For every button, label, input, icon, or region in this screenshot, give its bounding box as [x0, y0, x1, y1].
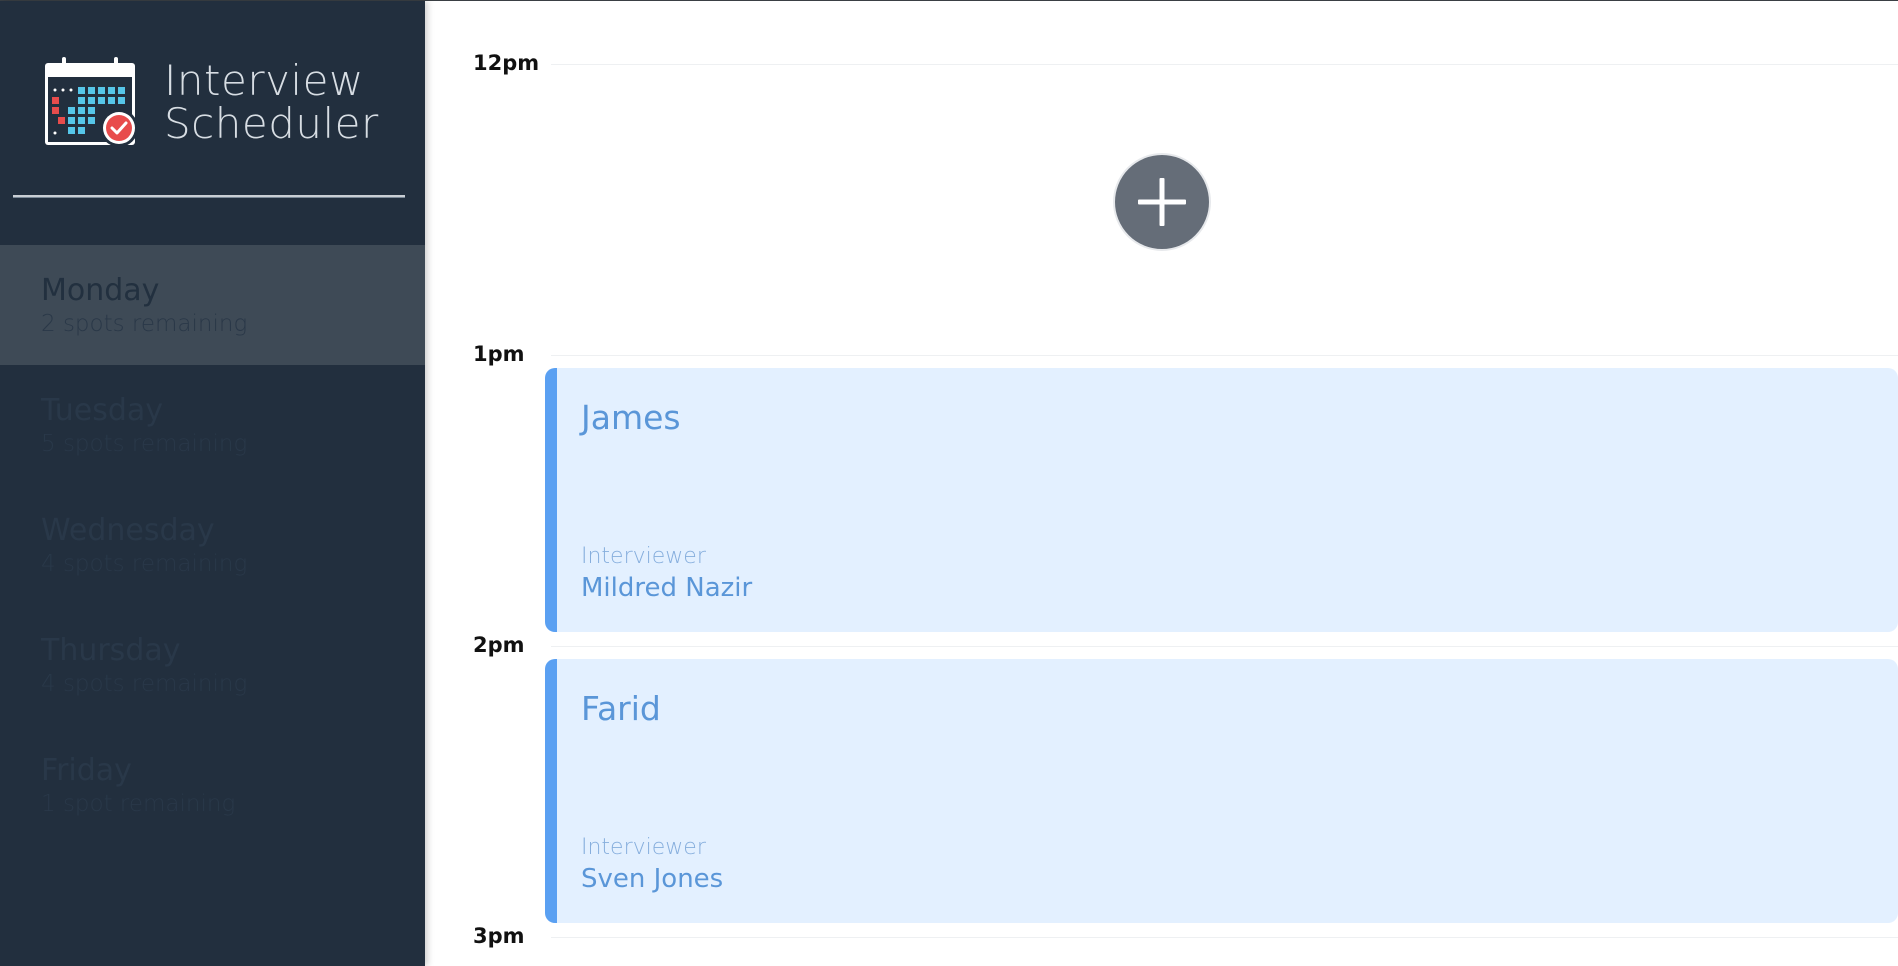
time-label: 2pm: [473, 633, 525, 657]
day-item-thursday[interactable]: Thursday 4 spots remaining: [0, 605, 425, 725]
day-item-monday[interactable]: Monday 2 spots remaining: [0, 245, 425, 365]
time-slot-1pm: 1pm James Interviewer Mildred Nazir: [425, 342, 1898, 638]
time-divider: [551, 937, 1898, 938]
day-list: Monday 2 spots remaining Tuesday 5 spots…: [0, 245, 425, 845]
interviewer-name: Mildred Nazir: [581, 573, 753, 603]
time-label: 3pm: [473, 924, 525, 948]
day-spots: 4 spots remaining: [41, 551, 248, 577]
schedule: 12pm 1pm James Interviewer Mildred Nazir…: [425, 1, 1898, 966]
day-name: Thursday: [41, 633, 181, 668]
interviewer-name: Sven Jones: [581, 864, 724, 894]
day-name: Tuesday: [41, 393, 164, 428]
day-spots: 5 spots remaining: [41, 431, 248, 457]
time-slot-3pm: 3pm: [425, 924, 1898, 966]
day-spots: 4 spots remaining: [41, 671, 248, 697]
time-slot-12pm: 12pm: [425, 51, 1898, 347]
interviewer-label: Interviewer: [581, 835, 706, 860]
app-title: Interview Scheduler: [164, 59, 379, 145]
app-root: Interview Scheduler Monday 2 spots remai…: [0, 0, 1898, 966]
app-title-line2: Scheduler: [164, 99, 379, 148]
interviewer-label: Interviewer: [581, 544, 706, 569]
time-divider: [551, 355, 1898, 356]
day-name: Friday: [41, 753, 132, 788]
day-spots: 2 spots remaining: [41, 311, 248, 337]
time-divider: [551, 64, 1898, 65]
day-name: Monday: [41, 273, 160, 308]
time-label: 1pm: [473, 342, 525, 366]
time-label: 12pm: [473, 51, 540, 75]
calendar-logo-icon: [45, 57, 138, 147]
time-slot-2pm: 2pm Farid Interviewer Sven Jones: [425, 633, 1898, 929]
day-name: Wednesday: [41, 513, 215, 548]
add-appointment-button[interactable]: [1113, 153, 1211, 251]
plus-icon: [1138, 178, 1186, 226]
sidebar-divider: [13, 195, 405, 198]
student-name: James: [581, 398, 681, 437]
student-name: Farid: [581, 689, 661, 728]
appointment-card[interactable]: James Interviewer Mildred Nazir: [545, 368, 1898, 632]
brand: Interview Scheduler: [0, 1, 425, 151]
appointment-card[interactable]: Farid Interviewer Sven Jones: [545, 659, 1898, 923]
day-item-wednesday[interactable]: Wednesday 4 spots remaining: [0, 485, 425, 605]
day-spots: 1 spot remaining: [41, 791, 236, 817]
day-item-tuesday[interactable]: Tuesday 5 spots remaining: [0, 365, 425, 485]
time-divider: [551, 646, 1898, 647]
sidebar: Interview Scheduler Monday 2 spots remai…: [0, 1, 425, 966]
app-title-line1: Interview: [164, 56, 364, 105]
day-item-friday[interactable]: Friday 1 spot remaining: [0, 725, 425, 845]
